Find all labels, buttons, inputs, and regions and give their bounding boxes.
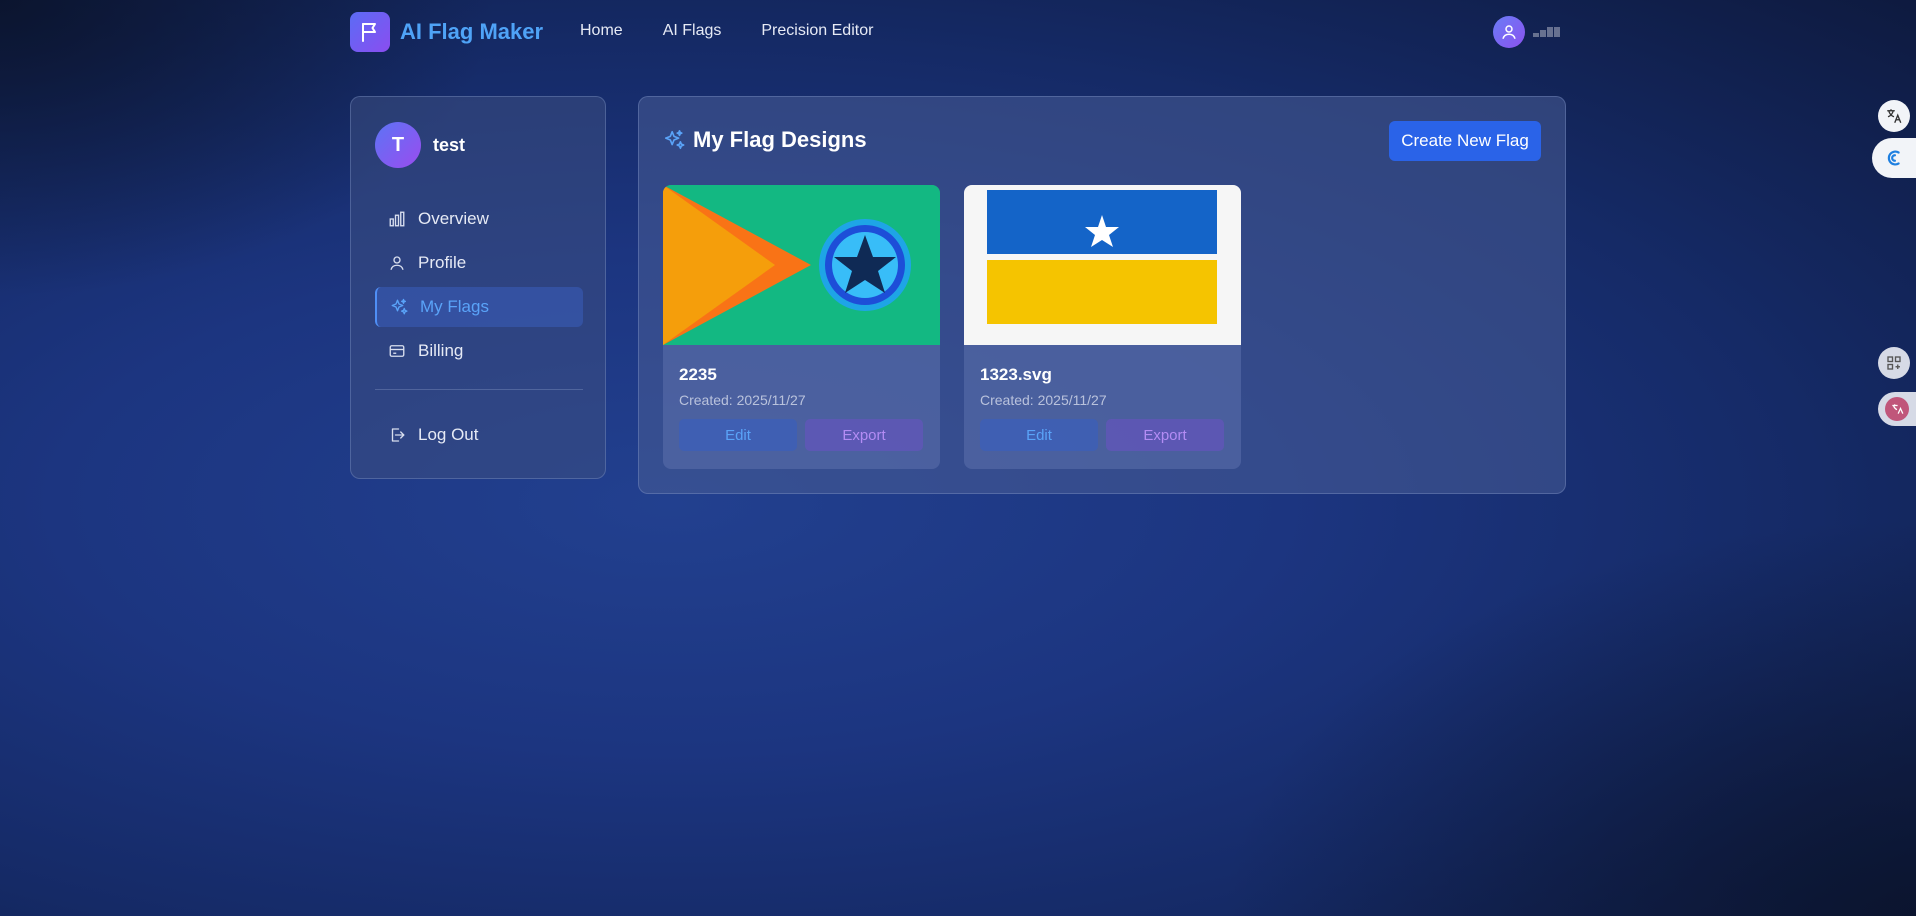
logout-label: Log Out <box>418 425 479 444</box>
flag-designs-panel: My Flag Designs Create New Flag 2235 Cre… <box>638 96 1566 494</box>
flag-thumbnail[interactable] <box>663 185 940 345</box>
sparkles-icon <box>664 130 685 150</box>
edit-button[interactable]: Edit <box>980 419 1098 451</box>
language-switch-icon[interactable] <box>1878 392 1916 426</box>
flag-thumbnail[interactable] <box>964 185 1241 345</box>
main-nav: Home AI Flags Precision Editor <box>580 22 873 40</box>
sidebar-item-billing[interactable]: Billing <box>375 331 583 371</box>
flag-name: 1323.svg <box>980 365 1052 384</box>
user-avatar-icon[interactable] <box>1493 16 1525 48</box>
nav-home-link[interactable]: Home <box>580 22 623 40</box>
translate-icon[interactable] <box>1878 100 1910 132</box>
page-title: My Flag Designs <box>663 127 867 153</box>
sidebar-divider <box>375 389 583 390</box>
username: test <box>433 134 466 155</box>
sidebar-item-label: My Flags <box>420 297 489 316</box>
app-name: AI Flag Maker <box>400 19 544 44</box>
flag-created-date: Created: 2025/11/27 <box>679 392 806 408</box>
export-button[interactable]: Export <box>1106 419 1224 451</box>
sidebar-menu: Overview Profile My Flags Billing <box>375 199 583 375</box>
logo[interactable]: AI Flag Maker <box>350 12 543 52</box>
page-title-text: My Flag Designs <box>693 127 867 152</box>
flag-card[interactable]: 1323.svg Created: 2025/11/27 Edit Export <box>964 185 1241 469</box>
profile-summary: T test <box>375 122 465 168</box>
avatar: T <box>375 122 421 168</box>
logout-icon <box>391 428 405 442</box>
nav-precision-editor-link[interactable]: Precision Editor <box>761 22 873 40</box>
flag-name: 2235 <box>679 365 717 384</box>
sidebar-item-label: Overview <box>418 209 489 228</box>
assistant-extension-icon[interactable] <box>1872 138 1916 178</box>
edit-button[interactable]: Edit <box>679 419 797 451</box>
credit-card-icon <box>389 345 405 357</box>
logout-button[interactable]: Log Out <box>375 415 583 455</box>
sidebar-item-profile[interactable]: Profile <box>375 243 583 283</box>
user-menu[interactable] <box>1493 16 1560 48</box>
export-button[interactable]: Export <box>805 419 923 451</box>
flag-icon <box>350 12 390 52</box>
apps-grid-icon[interactable] <box>1878 347 1910 379</box>
create-new-flag-button[interactable]: Create New Flag <box>1389 121 1541 161</box>
nav-ai-flags-link[interactable]: AI Flags <box>663 22 722 40</box>
sidebar-item-overview[interactable]: Overview <box>375 199 583 239</box>
background-shade <box>1216 516 1916 916</box>
sidebar-item-label: Billing <box>418 341 464 360</box>
redacted-username <box>1533 27 1560 37</box>
flag-card[interactable]: 2235 Created: 2025/11/27 Edit Export <box>663 185 940 469</box>
card-actions: Edit Export <box>679 419 923 451</box>
flag-created-date: Created: 2025/11/27 <box>980 392 1107 408</box>
bar-chart-icon <box>389 211 405 227</box>
top-navigation: AI Flag Maker Home AI Flags Precision Ed… <box>350 12 1560 52</box>
account-sidebar: T test Overview Profile My Flags Billing… <box>350 96 606 479</box>
user-icon <box>390 256 404 270</box>
card-actions: Edit Export <box>980 419 1224 451</box>
sidebar-item-label: Profile <box>418 253 467 272</box>
sparkles-icon <box>391 298 408 315</box>
sidebar-item-my-flags[interactable]: My Flags <box>375 287 583 327</box>
logout-section: Log Out <box>375 415 583 459</box>
